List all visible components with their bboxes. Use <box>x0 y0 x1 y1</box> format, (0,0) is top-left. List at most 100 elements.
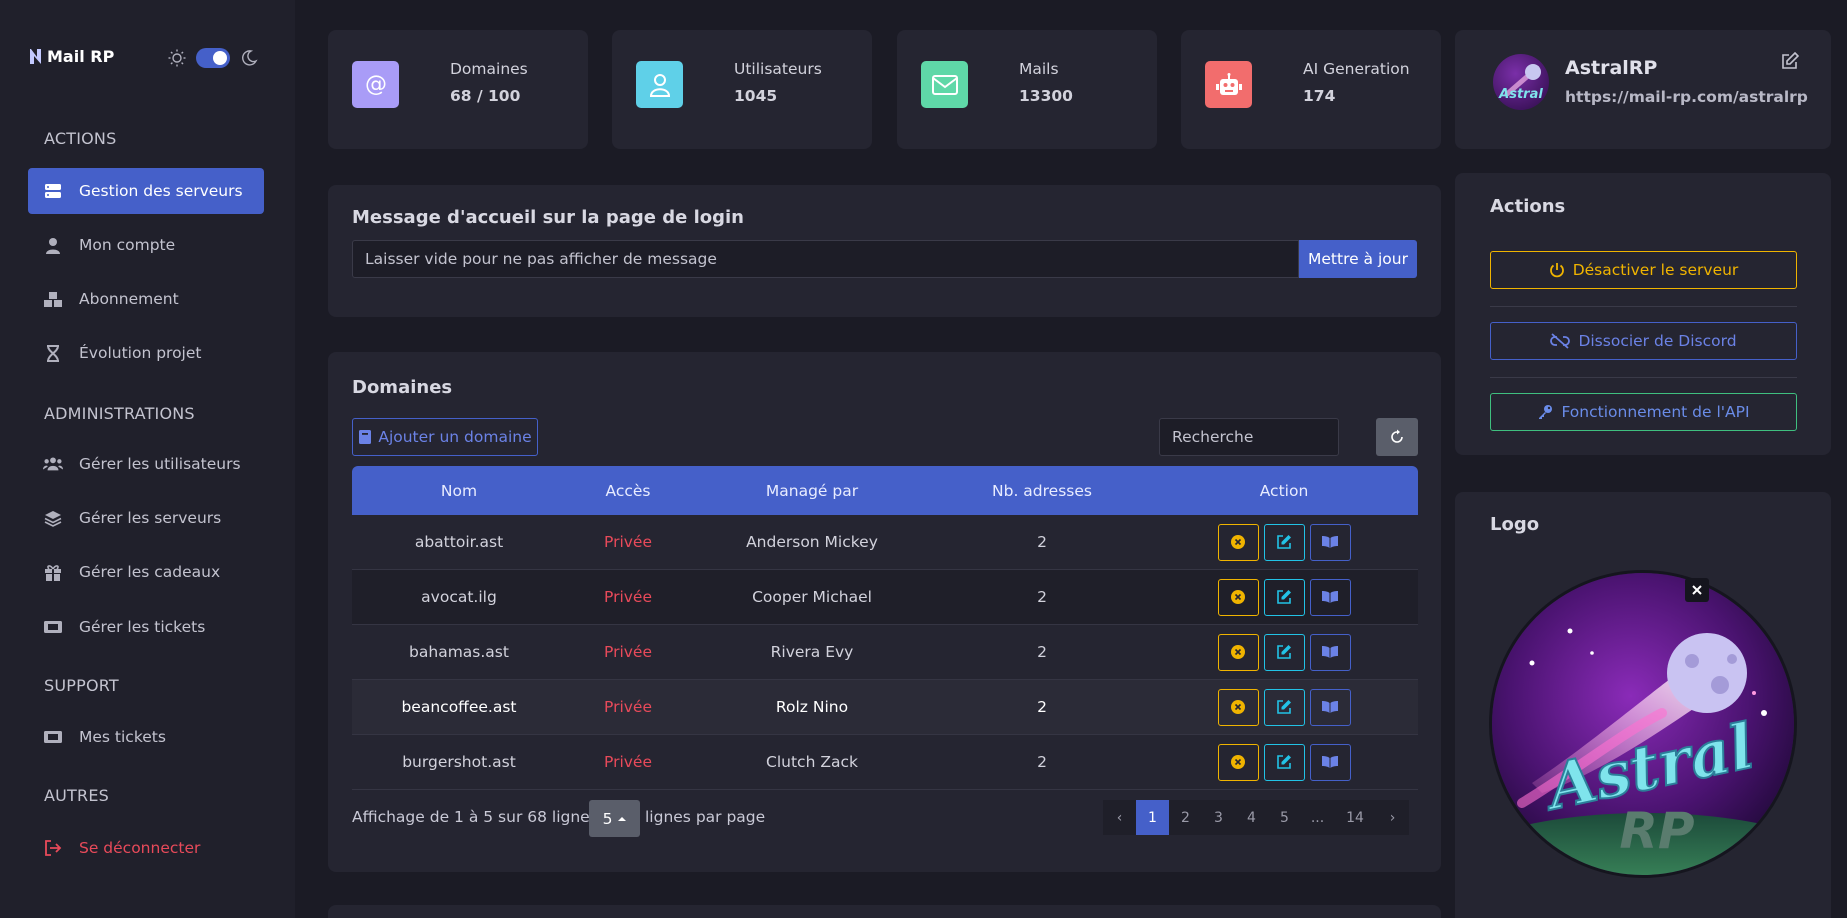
envelope-icon <box>921 61 968 108</box>
cell-domain-name: beancoffee.ast <box>401 698 517 716</box>
actions-title: Actions <box>1490 196 1566 217</box>
sidebar-item-manage-users[interactable]: Gérer les utilisateurs <box>28 441 264 487</box>
stat-card-ai-generation: AI Generation 174 <box>1181 30 1441 149</box>
view-domain-button[interactable] <box>1309 578 1351 616</box>
hourglass-icon <box>43 343 63 363</box>
sidebar-item-manage-gifts[interactable]: Gérer les cadeaux <box>28 549 264 595</box>
layers-icon <box>43 508 63 528</box>
login-message-input[interactable]: Laisser vide pour ne pas afficher de mes… <box>352 240 1299 278</box>
logo-text-sub: RP <box>1619 802 1694 860</box>
open-book-icon <box>1322 701 1338 713</box>
cell-actions <box>1150 688 1418 726</box>
page-14[interactable]: 14 <box>1334 800 1376 835</box>
table-header: Nom Accès Managé par Nb. adresses Action <box>352 466 1418 515</box>
section-administrations: ADMINISTRATIONS <box>44 404 195 423</box>
showing-text: Affichage de 1 à 5 sur 68 lignes <box>352 808 598 826</box>
deactivate-server-button[interactable]: Désactiver le serveur <box>1490 251 1797 289</box>
edit-domain-button[interactable] <box>1263 633 1305 671</box>
brand[interactable]: Mail RP <box>28 47 114 66</box>
divider <box>1490 377 1797 378</box>
next-card <box>328 905 1441 918</box>
sidebar-item-logout[interactable]: Se déconnecter <box>28 825 264 871</box>
divider <box>1490 306 1797 307</box>
svg-text:Astral: Astral <box>1498 87 1543 102</box>
col-name[interactable]: Nom <box>352 482 566 500</box>
col-access[interactable]: Accès <box>566 482 690 500</box>
disable-domain-button[interactable] <box>1217 688 1259 726</box>
sidebar-item-manage-servers[interactable]: Gérer les serveurs <box>28 495 264 541</box>
edit-domain-button[interactable] <box>1263 578 1305 616</box>
sidebar: Mail RP ACTIONS Gestion des serveurs Mon… <box>0 0 295 918</box>
edit-icon[interactable] <box>1781 52 1799 70</box>
remove-logo-button[interactable] <box>1685 578 1709 602</box>
page-2[interactable]: 2 <box>1169 800 1202 835</box>
x-circle-icon <box>1231 755 1245 769</box>
disable-domain-button[interactable] <box>1217 523 1259 561</box>
table-row: bahamas.ast Privée Rivera Evy 2 <box>352 625 1418 680</box>
page-1[interactable]: 1 <box>1136 800 1169 835</box>
domain-search-input[interactable]: Recherche <box>1159 418 1339 456</box>
stat-card-domains: @ Domaines 68 / 100 <box>328 30 588 149</box>
disable-domain-button[interactable] <box>1217 743 1259 781</box>
edit-domain-button[interactable] <box>1263 688 1305 726</box>
view-domain-button[interactable] <box>1309 743 1351 781</box>
sidebar-item-label: Se déconnecter <box>79 839 201 857</box>
view-domain-button[interactable] <box>1309 523 1351 561</box>
cell-actions <box>1150 523 1418 561</box>
cell-access: Privée <box>604 588 652 606</box>
cell-access: Privée <box>604 533 652 551</box>
sidebar-item-project-evolution[interactable]: Évolution projet <box>28 330 264 376</box>
refresh-icon <box>1391 429 1403 443</box>
cell-access: Privée <box>604 753 652 771</box>
refresh-button[interactable] <box>1376 418 1418 456</box>
cell-manager: Clutch Zack <box>766 753 858 771</box>
page-5[interactable]: 5 <box>1268 800 1301 835</box>
per-page-select[interactable]: 5 <box>589 800 640 837</box>
pagination: ‹ 1 2 3 4 5 ... 14 › <box>1103 800 1409 835</box>
api-docs-button[interactable]: Fonctionnement de l'API <box>1490 393 1797 431</box>
sidebar-item-server-management[interactable]: Gestion des serveurs <box>28 168 264 214</box>
sidebar-item-label: Gérer les cadeaux <box>79 563 221 581</box>
sidebar-item-label: Gestion des serveurs <box>79 182 243 200</box>
ticket-icon <box>43 617 63 637</box>
view-domain-button[interactable] <box>1309 688 1351 726</box>
edit-icon <box>1277 535 1291 549</box>
page-next[interactable]: › <box>1376 800 1409 835</box>
edit-icon <box>1277 700 1291 714</box>
view-domain-button[interactable] <box>1309 633 1351 671</box>
users-icon <box>43 454 63 474</box>
edit-domain-button[interactable] <box>1263 523 1305 561</box>
power-icon <box>1549 263 1564 278</box>
disable-domain-button[interactable] <box>1217 578 1259 616</box>
disable-domain-button[interactable] <box>1217 633 1259 671</box>
profile-url[interactable]: https://mail-rp.com/astralrp <box>1565 88 1808 106</box>
sidebar-item-subscription[interactable]: Abonnement <box>28 276 264 322</box>
sidebar-item-label: Mes tickets <box>79 728 166 746</box>
theme-toggle[interactable] <box>168 48 258 68</box>
update-button[interactable]: Mettre à jour <box>1299 240 1417 278</box>
cell-domain-name: abattoir.ast <box>414 533 504 551</box>
open-book-icon <box>1322 536 1338 548</box>
key-icon <box>1539 405 1553 419</box>
at-icon: @ <box>352 61 399 108</box>
cell-address-count: 2 <box>1037 643 1047 661</box>
page-ellipsis: ... <box>1301 800 1334 835</box>
cell-access: Privée <box>604 698 652 716</box>
page-4[interactable]: 4 <box>1235 800 1268 835</box>
theme-switch[interactable] <box>196 48 230 68</box>
edit-domain-button[interactable] <box>1263 743 1305 781</box>
sidebar-item-my-tickets[interactable]: Mes tickets <box>28 714 264 760</box>
add-domain-button[interactable]: Ajouter un domaine <box>352 418 538 456</box>
col-count[interactable]: Nb. adresses <box>934 482 1150 500</box>
section-others: AUTRES <box>44 786 110 805</box>
unlink-discord-button[interactable]: Dissocier de Discord <box>1490 322 1797 360</box>
page-3[interactable]: 3 <box>1202 800 1235 835</box>
page-prev[interactable]: ‹ <box>1103 800 1136 835</box>
col-manager[interactable]: Managé par <box>690 482 934 500</box>
sidebar-item-my-account[interactable]: Mon compte <box>28 222 264 268</box>
stat-value: 1045 <box>734 87 778 105</box>
x-circle-icon <box>1231 700 1245 714</box>
sidebar-item-manage-tickets[interactable]: Gérer les tickets <box>28 604 264 650</box>
cell-address-count: 2 <box>1037 698 1047 716</box>
table-row: burgershot.ast Privée Clutch Zack 2 <box>352 735 1418 790</box>
